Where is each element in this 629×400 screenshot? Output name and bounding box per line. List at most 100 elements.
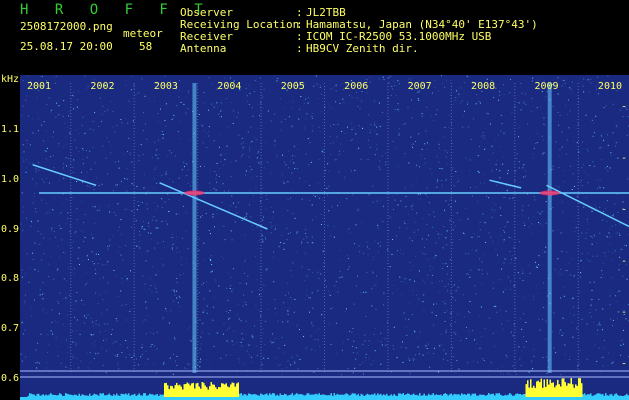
noise-pixel bbox=[37, 342, 39, 344]
noise-pixel bbox=[32, 252, 33, 254]
noise-pixel bbox=[544, 153, 546, 155]
noise-pixel bbox=[210, 362, 212, 364]
noise-pixel bbox=[220, 154, 222, 156]
noise-pixel bbox=[538, 318, 540, 320]
noise-pixel bbox=[154, 285, 156, 287]
noise-pixel bbox=[465, 207, 466, 209]
noise-pixel bbox=[539, 213, 541, 215]
noise-pixel bbox=[133, 354, 135, 356]
noise-pixel bbox=[335, 159, 337, 161]
noise-pixel bbox=[499, 227, 501, 229]
noise-pixel bbox=[270, 120, 272, 122]
noise-pixel bbox=[43, 308, 45, 310]
noise-pixel bbox=[523, 176, 524, 178]
noise-pixel bbox=[355, 347, 357, 349]
noise-pixel bbox=[135, 245, 137, 247]
noise-pixel bbox=[283, 242, 285, 244]
noise-pixel bbox=[561, 85, 563, 87]
noise-pixel bbox=[63, 324, 65, 325]
noise-pixel bbox=[534, 199, 536, 201]
noise-pixel bbox=[394, 199, 396, 201]
noise-pixel bbox=[504, 226, 506, 228]
noise-pixel bbox=[174, 336, 175, 338]
noise-pixel bbox=[216, 102, 218, 104]
noise-pixel bbox=[24, 273, 26, 275]
noise-pixel bbox=[560, 329, 562, 331]
noise-pixel bbox=[591, 243, 593, 245]
noise-pixel bbox=[503, 230, 505, 231]
noise-pixel bbox=[585, 197, 587, 198]
noise-pixel bbox=[92, 261, 94, 262]
noise-pixel bbox=[291, 356, 293, 358]
noise-pixel bbox=[357, 147, 359, 149]
noise-pixel bbox=[30, 307, 32, 309]
noise-pixel bbox=[492, 240, 494, 242]
noise-pixel bbox=[303, 336, 304, 337]
noise-pixel bbox=[598, 298, 600, 300]
noise-pixel bbox=[509, 373, 511, 375]
noise-pixel bbox=[229, 310, 231, 311]
noise-pixel bbox=[356, 91, 358, 93]
noise-pixel bbox=[411, 314, 413, 315]
noise-pixel bbox=[225, 354, 227, 356]
noise-pixel bbox=[409, 262, 411, 264]
noise-pixel bbox=[261, 364, 263, 365]
noise-pixel bbox=[595, 204, 596, 206]
noise-pixel bbox=[609, 167, 611, 169]
noise-pixel bbox=[47, 351, 49, 353]
noise-pixel bbox=[87, 352, 89, 354]
noise-pixel bbox=[576, 206, 578, 207]
noise-pixel bbox=[441, 280, 443, 282]
noise-pixel bbox=[216, 332, 218, 334]
noise-pixel bbox=[42, 140, 44, 142]
noise-pixel bbox=[299, 358, 301, 360]
noise-pixel bbox=[609, 304, 611, 306]
noise-pixel bbox=[399, 227, 401, 229]
noise-pixel bbox=[542, 357, 544, 359]
noise-pixel bbox=[178, 89, 180, 91]
noise-pixel bbox=[284, 108, 286, 110]
noise-pixel bbox=[599, 147, 601, 149]
noise-pixel bbox=[435, 255, 437, 257]
noise-pixel bbox=[284, 344, 286, 346]
noise-pixel bbox=[502, 365, 504, 367]
noise-pixel bbox=[405, 326, 407, 328]
noise-pixel bbox=[413, 330, 415, 332]
noise-pixel bbox=[441, 184, 443, 186]
noise-pixel bbox=[552, 168, 554, 170]
noise-pixel bbox=[471, 236, 473, 238]
noise-pixel bbox=[487, 273, 489, 275]
noise-pixel bbox=[323, 262, 325, 264]
noise-pixel bbox=[539, 223, 541, 225]
noise-pixel bbox=[399, 276, 401, 278]
noise-pixel bbox=[373, 333, 375, 335]
noise-pixel bbox=[608, 352, 609, 354]
noise-pixel bbox=[296, 251, 298, 253]
noise-pixel bbox=[51, 321, 53, 323]
noise-pixel bbox=[264, 343, 266, 345]
noise-pixel bbox=[138, 205, 140, 207]
noise-pixel bbox=[229, 327, 230, 329]
noise-pixel bbox=[426, 149, 428, 151]
noise-pixel bbox=[23, 206, 25, 208]
noise-pixel bbox=[373, 100, 375, 102]
noise-pixel bbox=[350, 123, 352, 125]
noise-pixel bbox=[477, 170, 479, 172]
noise-pixel bbox=[353, 340, 355, 342]
noise-pixel bbox=[161, 257, 163, 259]
noise-pixel bbox=[164, 76, 166, 77]
noise-pixel bbox=[22, 105, 24, 107]
noise-pixel bbox=[471, 249, 473, 251]
noise-pixel bbox=[224, 239, 226, 241]
noise-pixel bbox=[283, 180, 284, 182]
noise-pixel bbox=[615, 295, 616, 297]
noise-pixel bbox=[227, 126, 229, 128]
noise-pixel bbox=[308, 97, 309, 99]
noise-pixel bbox=[78, 247, 80, 249]
noise-pixel bbox=[596, 242, 598, 244]
noise-pixel bbox=[491, 145, 493, 147]
noise-pixel bbox=[482, 132, 484, 134]
noise-pixel bbox=[35, 362, 37, 364]
noise-pixel bbox=[64, 122, 66, 124]
noise-pixel bbox=[600, 277, 602, 278]
